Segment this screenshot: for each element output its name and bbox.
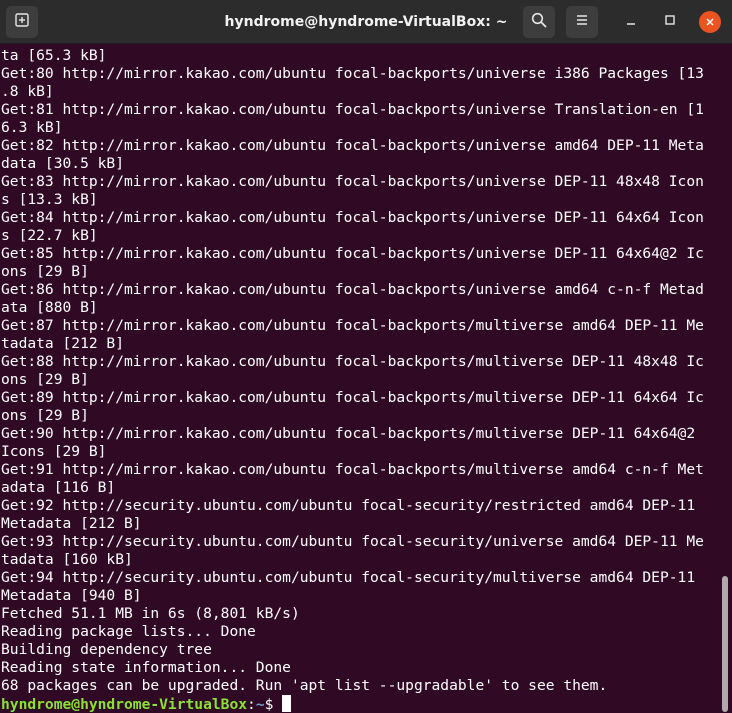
terminal-line: Reading package lists... Done bbox=[1, 623, 256, 640]
terminal-line: adata [116 B] bbox=[1, 479, 116, 496]
terminal-line: Get:82 http://mirror.kakao.com/ubuntu fo… bbox=[1, 137, 704, 154]
terminal-window: hyndrome@hyndrome-VirtualBox: ~ ta [65.3… bbox=[0, 0, 732, 713]
terminal-line: Get:87 http://mirror.kakao.com/ubuntu fo… bbox=[1, 317, 704, 334]
close-icon bbox=[699, 11, 721, 33]
terminal-line: Get:91 http://mirror.kakao.com/ubuntu fo… bbox=[1, 461, 704, 478]
close-button[interactable] bbox=[698, 10, 722, 34]
terminal-line: s [22.7 kB] bbox=[1, 227, 98, 244]
search-button[interactable] bbox=[523, 6, 555, 38]
terminal-line: Get:80 http://mirror.kakao.com/ubuntu fo… bbox=[1, 65, 704, 82]
terminal-line: Get:88 http://mirror.kakao.com/ubuntu fo… bbox=[1, 353, 704, 370]
menu-button[interactable] bbox=[566, 6, 598, 38]
new-tab-button[interactable] bbox=[6, 6, 38, 38]
vertical-scrollbar[interactable] bbox=[720, 44, 732, 713]
terminal-line: tadata [160 kB] bbox=[1, 551, 133, 568]
search-icon bbox=[531, 12, 547, 33]
terminal-line: Get:93 http://security.ubuntu.com/ubuntu… bbox=[1, 533, 704, 550]
terminal-line: s [13.3 kB] bbox=[1, 191, 98, 208]
terminal-output: ta [65.3 kB] Get:80 http://mirror.kakao.c… bbox=[0, 47, 720, 695]
terminal-line: Get:89 http://mirror.kakao.com/ubuntu fo… bbox=[1, 389, 704, 406]
minimize-button[interactable] bbox=[619, 10, 643, 34]
terminal-line: data [30.5 kB] bbox=[1, 155, 125, 172]
prompt-user-host: hyndrome@hyndrome-VirtualBox bbox=[1, 696, 248, 713]
terminal-line: Building dependency tree bbox=[1, 641, 212, 658]
terminal-line: tadata [212 B] bbox=[1, 335, 125, 352]
minimize-icon bbox=[625, 13, 637, 31]
terminal-line: Icons [29 B] bbox=[1, 443, 107, 460]
hamburger-menu-icon bbox=[575, 13, 589, 32]
title-bar: hyndrome@hyndrome-VirtualBox: ~ bbox=[0, 0, 732, 44]
maximize-icon bbox=[664, 13, 676, 31]
terminal-line: ons [29 B] bbox=[1, 371, 89, 388]
terminal-line: Reading state information... Done bbox=[1, 659, 291, 676]
terminal-line: Fetched 51.1 MB in 6s (8,801 kB/s) bbox=[1, 605, 300, 622]
text-cursor bbox=[282, 695, 292, 712]
terminal-line: 68 packages can be upgraded. Run 'apt li… bbox=[1, 677, 608, 694]
terminal-line: ons [29 B] bbox=[1, 407, 89, 424]
terminal-line: ata [880 B] bbox=[1, 299, 98, 316]
terminal-line: Get:86 http://mirror.kakao.com/ubuntu fo… bbox=[1, 281, 704, 298]
terminal-line: .8 kB] bbox=[1, 83, 54, 100]
terminal-line: Get:94 http://security.ubuntu.com/ubuntu… bbox=[1, 569, 696, 586]
terminal-line: Get:85 http://mirror.kakao.com/ubuntu fo… bbox=[1, 245, 704, 262]
new-tab-icon bbox=[14, 12, 30, 33]
terminal-line: Get:83 http://mirror.kakao.com/ubuntu fo… bbox=[1, 173, 704, 190]
terminal-output-area[interactable]: ta [65.3 kB] Get:80 http://mirror.kakao.c… bbox=[0, 47, 720, 713]
prompt-colon: : bbox=[247, 696, 256, 713]
terminal-line: Get:84 http://mirror.kakao.com/ubuntu fo… bbox=[1, 209, 704, 226]
maximize-button[interactable] bbox=[658, 10, 682, 34]
terminal-line: Get:92 http://security.ubuntu.com/ubuntu… bbox=[1, 497, 696, 514]
shell-prompt[interactable]: hyndrome@hyndrome-VirtualBox:~$ bbox=[0, 695, 720, 713]
terminal-line: Metadata [212 B] bbox=[1, 515, 142, 532]
terminal-line: Get:90 http://mirror.kakao.com/ubuntu fo… bbox=[1, 425, 696, 442]
terminal-line: ons [29 B] bbox=[1, 263, 89, 280]
prompt-symbol: $ bbox=[264, 696, 283, 713]
terminal-line: Get:81 http://mirror.kakao.com/ubuntu fo… bbox=[1, 101, 704, 118]
terminal-line: 6.3 kB] bbox=[1, 119, 63, 136]
scrollbar-thumb[interactable] bbox=[722, 576, 728, 712]
terminal-line: Metadata [940 B] bbox=[1, 587, 142, 604]
terminal-line: ta [65.3 kB] bbox=[1, 47, 107, 64]
prompt-path: ~ bbox=[255, 696, 265, 713]
